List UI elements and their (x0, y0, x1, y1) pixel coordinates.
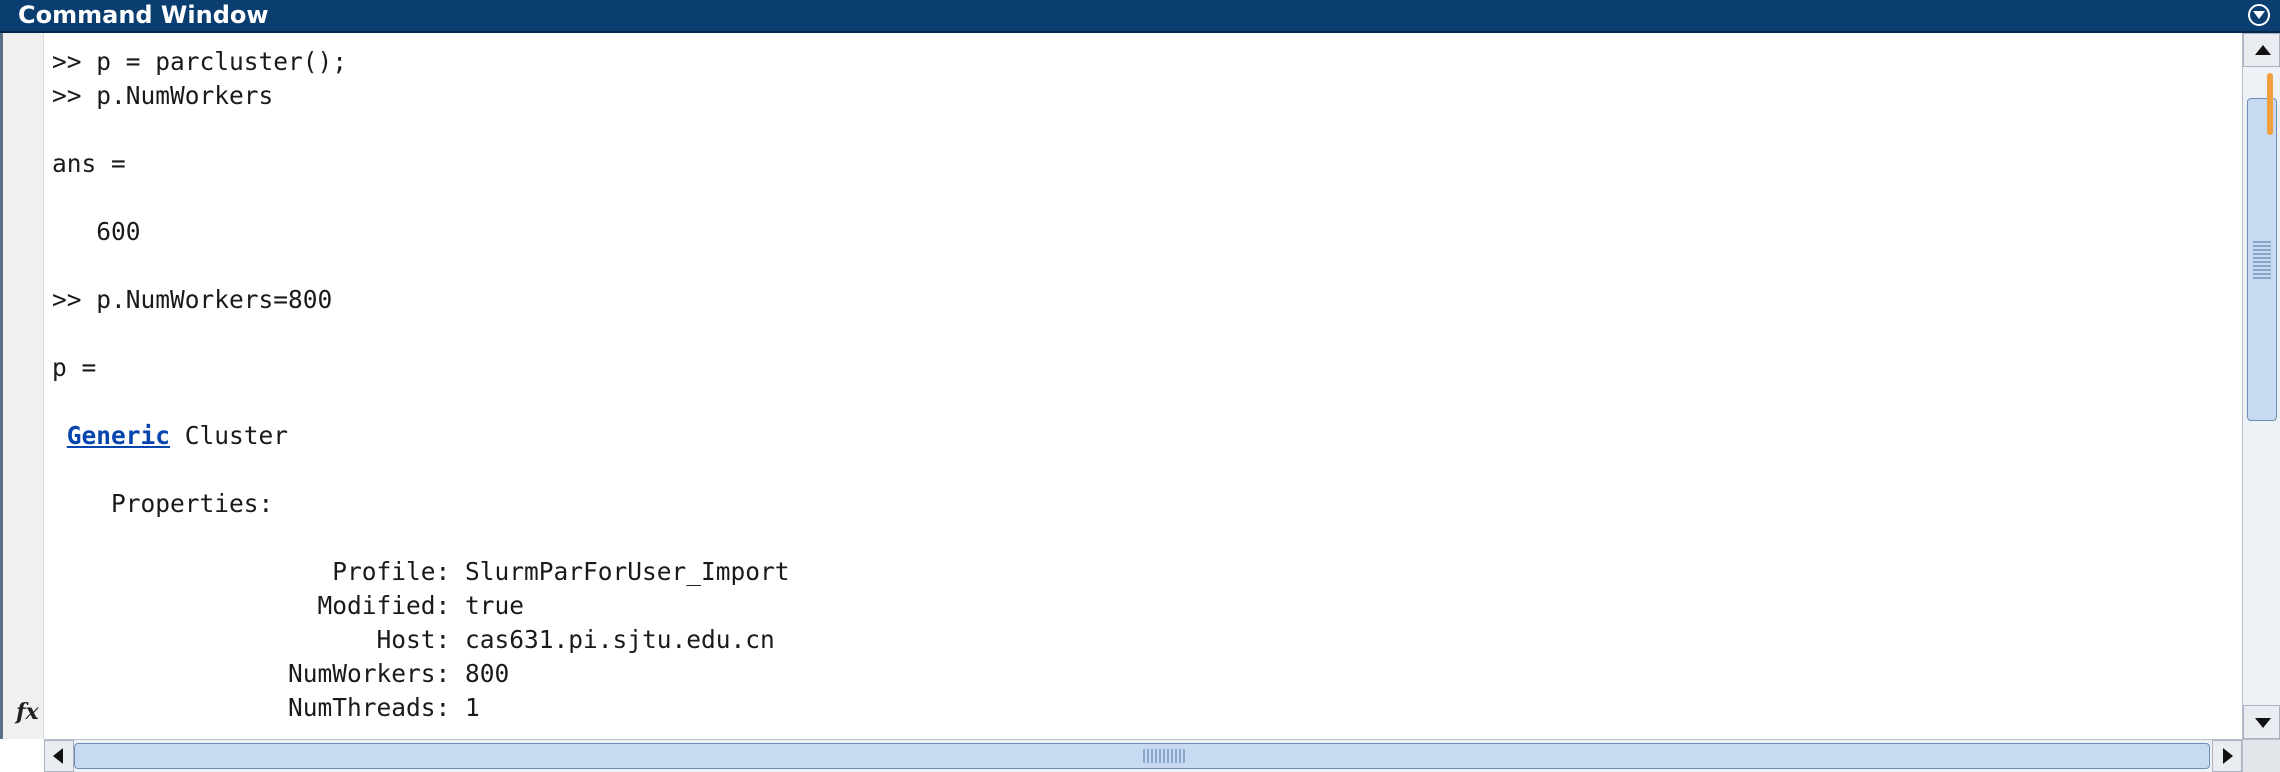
fx-function-browser-icon[interactable]: fx (16, 699, 39, 725)
console-line: ans = (52, 149, 126, 178)
console-line: NumWorkers: 800 (52, 659, 510, 688)
console-lines: >> p = parcluster(); >> p.NumWorkers ans… (52, 45, 790, 725)
console-line: 600 (52, 217, 141, 246)
scrollbar-corner (2242, 739, 2280, 772)
console-gutter: fx (0, 33, 44, 739)
grip-icon (2253, 239, 2271, 279)
title-bar: Command Window (0, 0, 2280, 33)
console-line: p = (52, 353, 97, 382)
horizontal-scroll-thumb[interactable] (74, 743, 2210, 769)
console-line: >> p.NumWorkers (52, 81, 274, 110)
console-line: >> p = parcluster(); (52, 47, 348, 76)
console-line: NumThreads: 1 (52, 693, 480, 722)
generic-prefix (52, 421, 67, 450)
vertical-scroll-thumb[interactable] (2247, 98, 2277, 421)
generic-link[interactable]: Generic (67, 421, 170, 450)
window-title: Command Window (18, 1, 269, 29)
grip-icon (1143, 749, 1187, 763)
arrow-up-icon[interactable] (2243, 33, 2280, 67)
console-line-generic-cluster: Generic Cluster (52, 419, 790, 453)
console-line: >> p.NumWorkers=800 (52, 285, 333, 314)
scroll-position-marker (2267, 73, 2273, 135)
console-line: Modified: true (52, 591, 525, 620)
arrow-right-icon[interactable] (2212, 740, 2242, 772)
command-window: Command Window fx >> p = parcluster(); >… (0, 0, 2280, 772)
arrow-left-icon[interactable] (44, 740, 74, 772)
cluster-text: Cluster (170, 421, 289, 450)
horizontal-scrollbar[interactable] (44, 739, 2242, 772)
arrow-down-icon[interactable] (2243, 705, 2280, 739)
console-output[interactable]: >> p = parcluster(); >> p.NumWorkers ans… (44, 33, 2242, 739)
console-line: Host: cas631.pi.sjtu.edu.cn (52, 625, 775, 654)
console-line: Profile: SlurmParForUser_Import (52, 557, 790, 586)
console-line: Properties: (52, 489, 274, 518)
chevron-down-circle-icon[interactable] (2248, 4, 2270, 26)
vertical-scrollbar[interactable] (2242, 33, 2280, 739)
